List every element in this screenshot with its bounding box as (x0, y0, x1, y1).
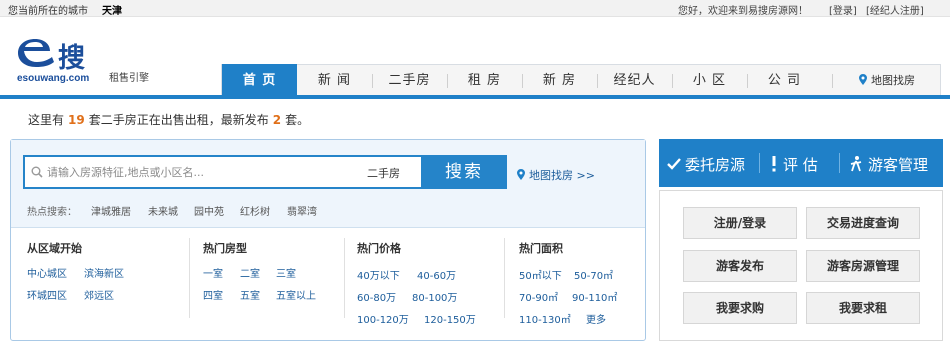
logo-e-icon[interactable] (14, 38, 60, 68)
search-panel: 二手房 搜索 地图找房 >> 热点搜索： 津城雅居 未来城 园中苑 红杉树 翡翠… (10, 139, 646, 341)
evaluate-button[interactable]: 评 估 (771, 154, 818, 175)
evaluate-label: 评 估 (783, 156, 818, 174)
transaction-progress-button[interactable]: 交易进度查询 (806, 207, 920, 239)
checkmark-icon (667, 158, 681, 170)
guest-manage-label: 游客管理 (868, 156, 929, 174)
filter-link[interactable]: 110-130㎡ (519, 311, 571, 326)
map-pin-icon (859, 74, 867, 85)
walking-person-icon (850, 156, 862, 172)
hot-search-label: 热点搜索： (27, 207, 77, 218)
filter-link[interactable]: 三室 (276, 265, 296, 280)
hot-keyword[interactable]: 翡翠湾 (287, 203, 317, 218)
guest-listing-manage-button[interactable]: 游客房源管理 (806, 250, 920, 282)
filter-link[interactable]: 环城四区 (27, 287, 67, 302)
filter-link[interactable]: 中心城区 (27, 265, 67, 280)
register-login-button[interactable]: 注册/登录 (683, 207, 797, 239)
main-nav: 首 页 新 闻 二手房 租 房 新 房 经纪人 小 区 公 司 地图找房 (221, 64, 941, 97)
nav-separator (832, 74, 833, 88)
map-pin-icon (517, 169, 525, 180)
entrust-listing-label: 委托房源 (685, 156, 746, 174)
logo-text[interactable]: 搜 (58, 36, 85, 75)
filter-link[interactable]: 60-80万 (357, 289, 396, 304)
search-area: 二手房 搜索 地图找房 >> 热点搜索： 津城雅居 未来城 园中苑 红杉树 翡翠… (11, 140, 645, 228)
filter-link[interactable]: 五室 (240, 287, 260, 302)
entrust-listing-button[interactable]: 委托房源 (667, 154, 745, 175)
logo-domain: esouwang.com (17, 73, 90, 84)
service-separator (759, 153, 760, 173)
city-prefix: 您当前所在的城市 (8, 6, 88, 17)
exclamation-icon (772, 156, 776, 172)
nav-news[interactable]: 新 闻 (297, 65, 372, 96)
filter-link[interactable]: 一室 (203, 265, 223, 280)
stats-suffix: 套。 (285, 113, 310, 127)
nav-new-house[interactable]: 新 房 (522, 65, 597, 96)
search-scope-select[interactable]: 二手房 (367, 165, 400, 181)
column-divider (189, 238, 190, 318)
filter-area-title: 从区域开始 (27, 242, 82, 255)
nav-agent[interactable]: 经纪人 (597, 65, 672, 96)
column-divider (344, 238, 345, 318)
listing-count: 19 (68, 113, 85, 127)
filter-link[interactable]: 100-120万 (357, 311, 409, 326)
service-separator (839, 153, 840, 173)
nav-community[interactable]: 小 区 (672, 65, 747, 96)
want-buy-button[interactable]: 我要求购 (683, 292, 797, 324)
search-input[interactable] (47, 157, 347, 187)
stats-prefix: 这里有 (28, 113, 65, 127)
filter-size-title: 热门面积 (519, 242, 563, 255)
filter-price-title: 热门价格 (357, 242, 401, 255)
nav-company[interactable]: 公 司 (747, 65, 822, 96)
filter-layout-title: 热门房型 (203, 242, 247, 255)
quick-actions: 注册/登录 交易进度查询 游客发布 游客房源管理 我要求购 我要求租 (659, 190, 943, 341)
filter-link[interactable]: 120-150万 (424, 311, 476, 326)
map-search-link[interactable]: 地图找房 >> (517, 167, 595, 183)
nav-home[interactable]: 首 页 (222, 64, 297, 97)
welcome-text: 您好，欢迎来到易搜房源网！ (678, 6, 808, 17)
agent-register-link[interactable]: [经纪人注册] (866, 2, 924, 17)
listing-stats: 这里有 19 套二手房正在出售出租，最新发布 2 套。 (28, 111, 309, 128)
filter-link[interactable]: 四室 (203, 287, 223, 302)
filter-link[interactable]: 50㎡以下 (519, 267, 562, 282)
column-divider (504, 238, 505, 318)
nav-map-label: 地图找房 (871, 74, 915, 87)
filter-link[interactable]: 50-70㎡ (574, 267, 613, 282)
map-search-label: 地图找房 >> (529, 169, 595, 182)
filter-link[interactable]: 五室以上 (276, 287, 316, 302)
filter-link[interactable]: 滨海新区 (84, 265, 124, 280)
search-box: 二手房 (23, 155, 424, 189)
search-icon (31, 166, 43, 178)
current-city[interactable]: 天津 (102, 2, 122, 17)
want-rent-button[interactable]: 我要求租 (806, 292, 920, 324)
stats-middle: 套二手房正在出售出租，最新发布 (88, 113, 269, 127)
hot-keyword[interactable]: 红杉树 (240, 203, 270, 218)
filter-link[interactable]: 郊远区 (84, 287, 114, 302)
hot-keyword[interactable]: 未来城 (148, 203, 178, 218)
top-bar: 您当前所在的城市 天津 您好，欢迎来到易搜房源网！ [登录] [经纪人注册] (0, 0, 950, 17)
search-button[interactable]: 搜索 (421, 155, 507, 189)
filter-link[interactable]: 40万以下 (357, 267, 400, 282)
logo-subtitle: 租售引擎 (109, 73, 149, 84)
filter-link[interactable]: 70-90㎡ (519, 289, 558, 304)
nav-rent[interactable]: 租 房 (447, 65, 522, 96)
filter-link[interactable]: 80-100万 (412, 289, 457, 304)
service-bar: 委托房源 评 估 游客管理 (659, 139, 943, 187)
guest-publish-button[interactable]: 游客发布 (683, 250, 797, 282)
nav-second-hand[interactable]: 二手房 (372, 65, 447, 96)
nav-map-search[interactable]: 地图找房 (859, 65, 915, 96)
hot-keyword[interactable]: 津城雅居 (91, 203, 131, 218)
filter-link[interactable]: 90-110㎡ (572, 289, 617, 304)
guest-manage-button[interactable]: 游客管理 (850, 154, 928, 175)
new-listing-count: 2 (272, 113, 282, 127)
filter-link[interactable]: 40-60万 (417, 267, 456, 282)
filter-link[interactable]: 更多 (586, 311, 606, 326)
filter-link[interactable]: 二室 (240, 265, 260, 280)
nav-underline (0, 95, 950, 99)
login-link[interactable]: [登录] (829, 2, 857, 17)
hot-keyword[interactable]: 园中苑 (194, 203, 224, 218)
